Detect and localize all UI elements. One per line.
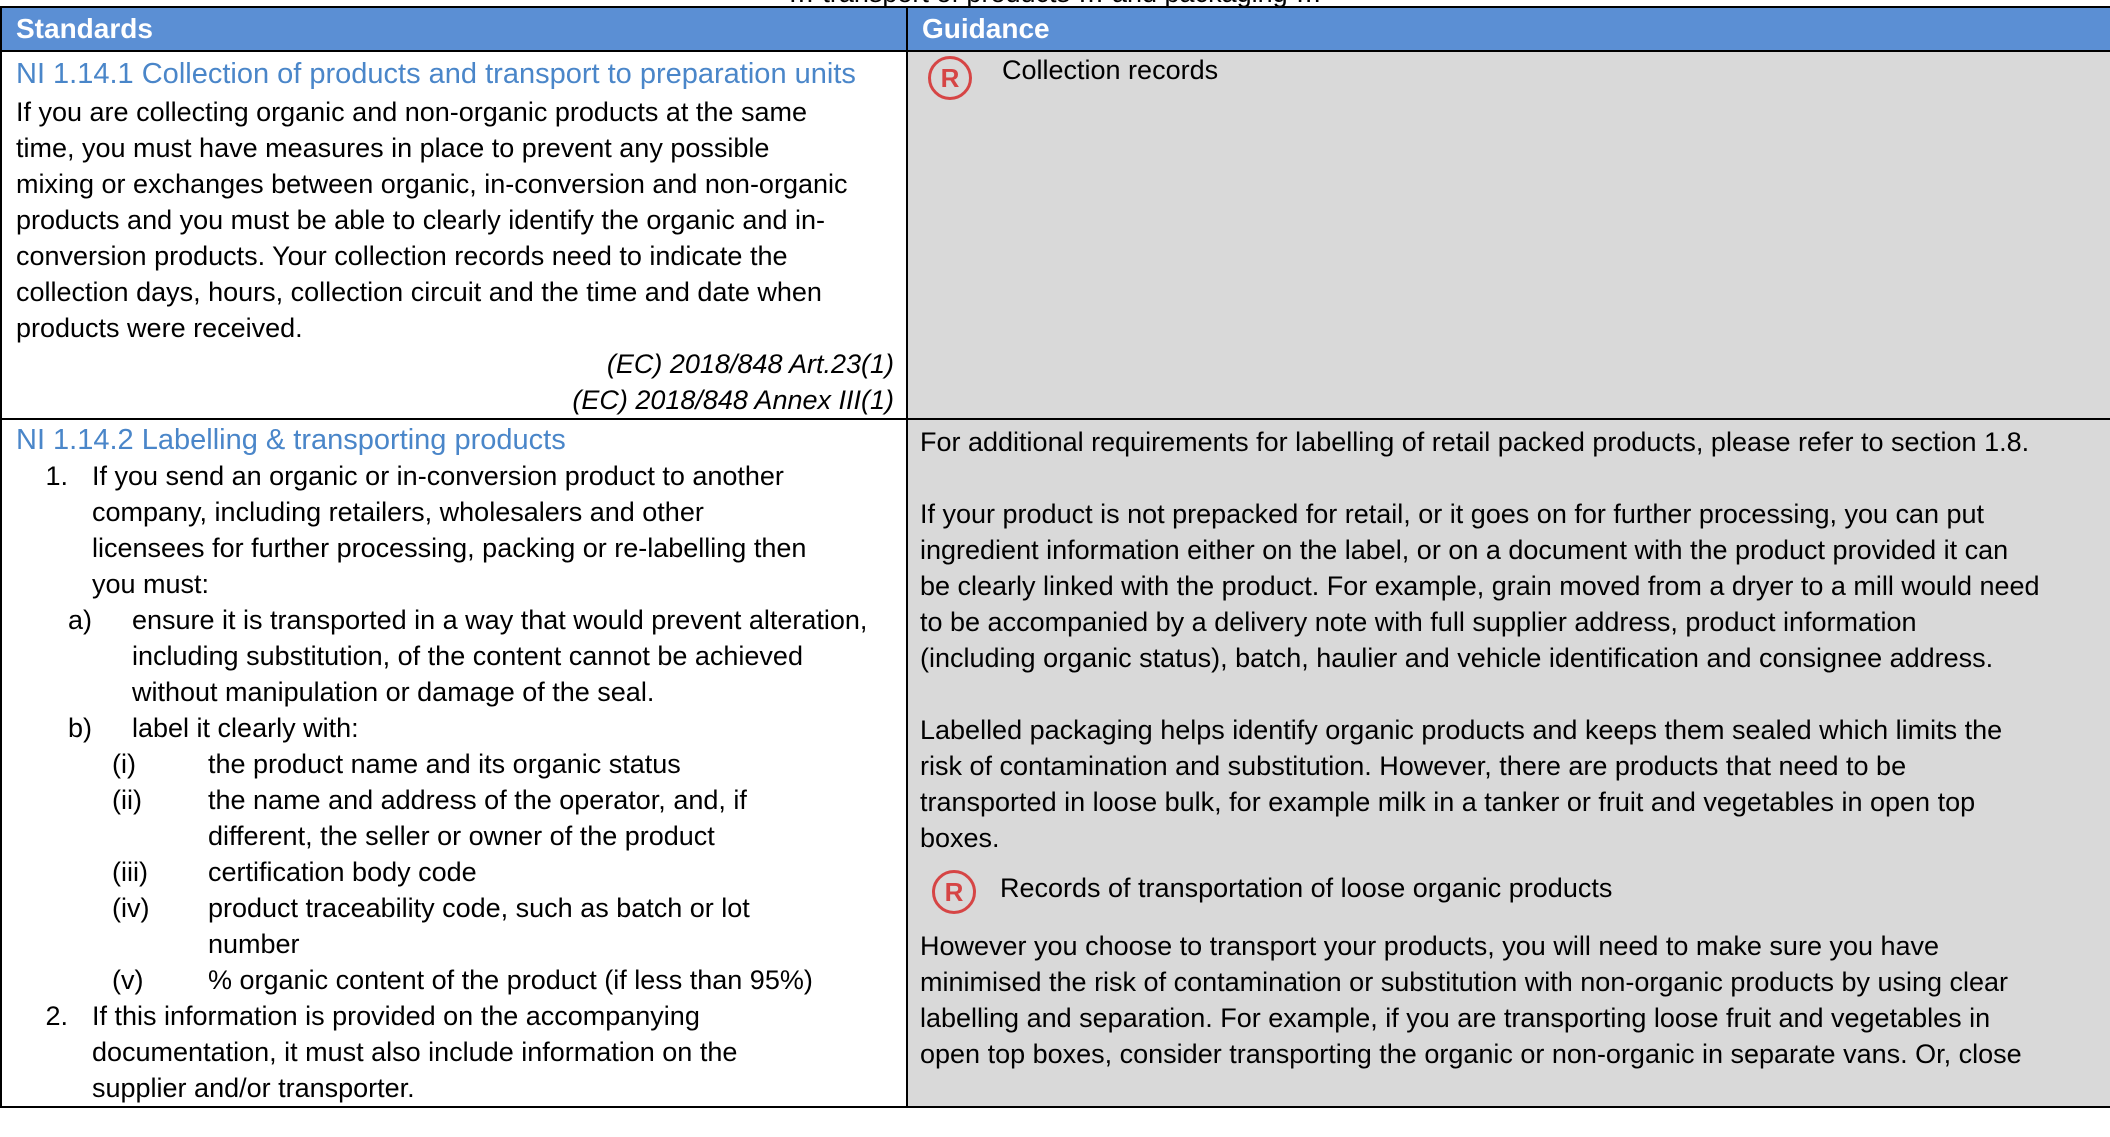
body-line: the product name and its organic status [208,749,681,779]
record-label: Records of transportation of loose organ… [1000,873,1613,903]
list-text: label it clearly with: [132,713,359,743]
body-line: collection days, hours, collection circu… [16,277,822,307]
guidance-column-header: Guidance [906,6,2110,52]
body-line: risk of contamination and substitution. … [920,751,1907,781]
table-header-row: Standards Guidance [0,6,2110,52]
list-item: (iv) product traceability code, such as … [16,890,894,962]
body-line: ingredient information either on the lab… [920,535,2009,565]
standards-column-header: Standards [0,6,908,52]
body-line: ensure it is transported in a way that w… [132,605,868,635]
list-text: ensure it is transported in a way that w… [132,602,867,710]
standard-title: NI 1.14.2 Labelling & transporting produ… [16,424,566,456]
standard-cell: NI 1.14.1 Collection of products and tra… [0,50,908,420]
body-line: to be accompanied by a delivery note wit… [920,607,1917,637]
body-line: transported in loose bulk, for example m… [920,787,1976,817]
list-roman: (iii) [112,857,148,887]
body-line: the name and address of the operator, an… [208,785,747,815]
list-text: product traceability code, such as batch… [208,890,750,962]
citation: (EC) 2018/848 Annex III(1) [572,385,894,415]
body-line: However you choose to transport your pro… [920,931,1940,961]
body-line: If this information is provided on the a… [92,1001,700,1031]
record-icon: R [928,56,972,100]
body-line: time, you must have measures in place to… [16,133,770,163]
body-line: including substitution, of the content c… [132,641,803,671]
guidance-cell: R Collection records [906,50,2110,420]
body-line: product traceability code, such as batch… [208,893,750,923]
body-line: be clearly linked with the product. For … [920,571,2040,601]
body-line: conversion products. Your collection rec… [16,241,788,271]
body-line: mixing or exchanges between organic, in-… [16,169,848,199]
list-item: 1. If you send an organic or in-conversi… [16,458,894,602]
body-line: documentation, it must also include info… [92,1037,738,1067]
list-text: the name and address of the operator, an… [208,782,747,854]
body-line: If you send an organic or in-conversion … [92,461,784,491]
body-line: number [208,929,300,959]
guidance-paragraph: If your product is not prepacked for ret… [920,496,2100,676]
list-text: the product name and its organic status [208,746,681,782]
body-line: licensees for further processing, packin… [92,533,807,563]
body-line: (including organic status), batch, hauli… [920,643,1994,673]
body-line: supplier and/or transporter. [92,1073,415,1103]
list-number: 1. [45,461,68,491]
guidance-paragraph: For additional requirements for labellin… [920,427,2030,457]
list-item: b) label it clearly with: [16,710,894,746]
body-line: If your product is not prepacked for ret… [920,499,1985,529]
body-line: labelling and separation. For example, i… [920,1003,1991,1033]
record-line: R Collection records [920,52,2100,100]
body-line: without manipulation or damage of the se… [132,677,655,707]
list-number: 2. [45,1001,68,1031]
list-text: certification body code [208,854,477,890]
list-item: (iii) certification body code [16,854,894,890]
list-roman: (v) [112,965,144,995]
list-roman: (ii) [112,785,142,815]
body-line: company, including retailers, wholesaler… [92,497,704,527]
list-letter: a) [68,605,93,635]
standard-title: NI 1.14.1 Collection of products and tra… [16,58,856,90]
citation: (EC) 2018/848 Art.23(1) [606,349,894,379]
body-line: boxes. [920,823,1000,853]
table-row: NI 1.14.1 Collection of products and tra… [0,50,2110,420]
standard-body: If you are collecting organic and non-or… [16,94,894,346]
list-text: If this information is provided on the a… [92,998,737,1106]
table-row: NI 1.14.2 Labelling & transporting produ… [0,418,2110,1108]
body-line: products were received. [16,313,303,343]
list-roman: (iv) [112,893,150,923]
list-text: If you send an organic or in-conversion … [92,458,806,602]
standard-cell: NI 1.14.2 Labelling & transporting produ… [0,418,908,1108]
list-item: (i) the product name and its organic sta… [16,746,894,782]
record-line: R Records of transportation of loose org… [920,870,2100,914]
body-line: you must: [92,569,210,599]
list-letter: b) [68,713,93,743]
guidance-paragraph: Labelled packaging helps identify organi… [920,712,2100,856]
record-icon: R [932,870,976,914]
body-line: certification body code [208,857,477,887]
guidance-paragraph: However you choose to transport your pro… [920,928,2100,1072]
body-line: If you are collecting organic and non-or… [16,97,807,127]
body-line: minimised the risk of contamination or s… [920,967,2009,997]
list-item: (ii) the name and address of the operato… [16,782,894,854]
guidance-cell: For additional requirements for labellin… [906,418,2110,1108]
body-line: Labelled packaging helps identify organi… [920,715,2003,745]
body-line: open top boxes, consider transporting th… [920,1039,2022,1069]
body-line: % organic content of the product (if les… [208,965,813,995]
list-item: 2. If this information is provided on th… [16,998,894,1106]
body-line: different, the seller or owner of the pr… [208,821,715,851]
list-item: (v) % organic content of the product (if… [16,962,894,998]
body-line: products and you must be able to clearly… [16,205,825,235]
document-page: … transport of products … and packaging … [0,0,2110,1137]
standards-table: Standards Guidance NI 1.14.1 Collection … [0,6,2110,1108]
list-roman: (i) [112,749,136,779]
record-label: Collection records [1002,55,1219,85]
list-item: a) ensure it is transported in a way tha… [16,602,894,710]
list-text: % organic content of the product (if les… [208,962,813,998]
